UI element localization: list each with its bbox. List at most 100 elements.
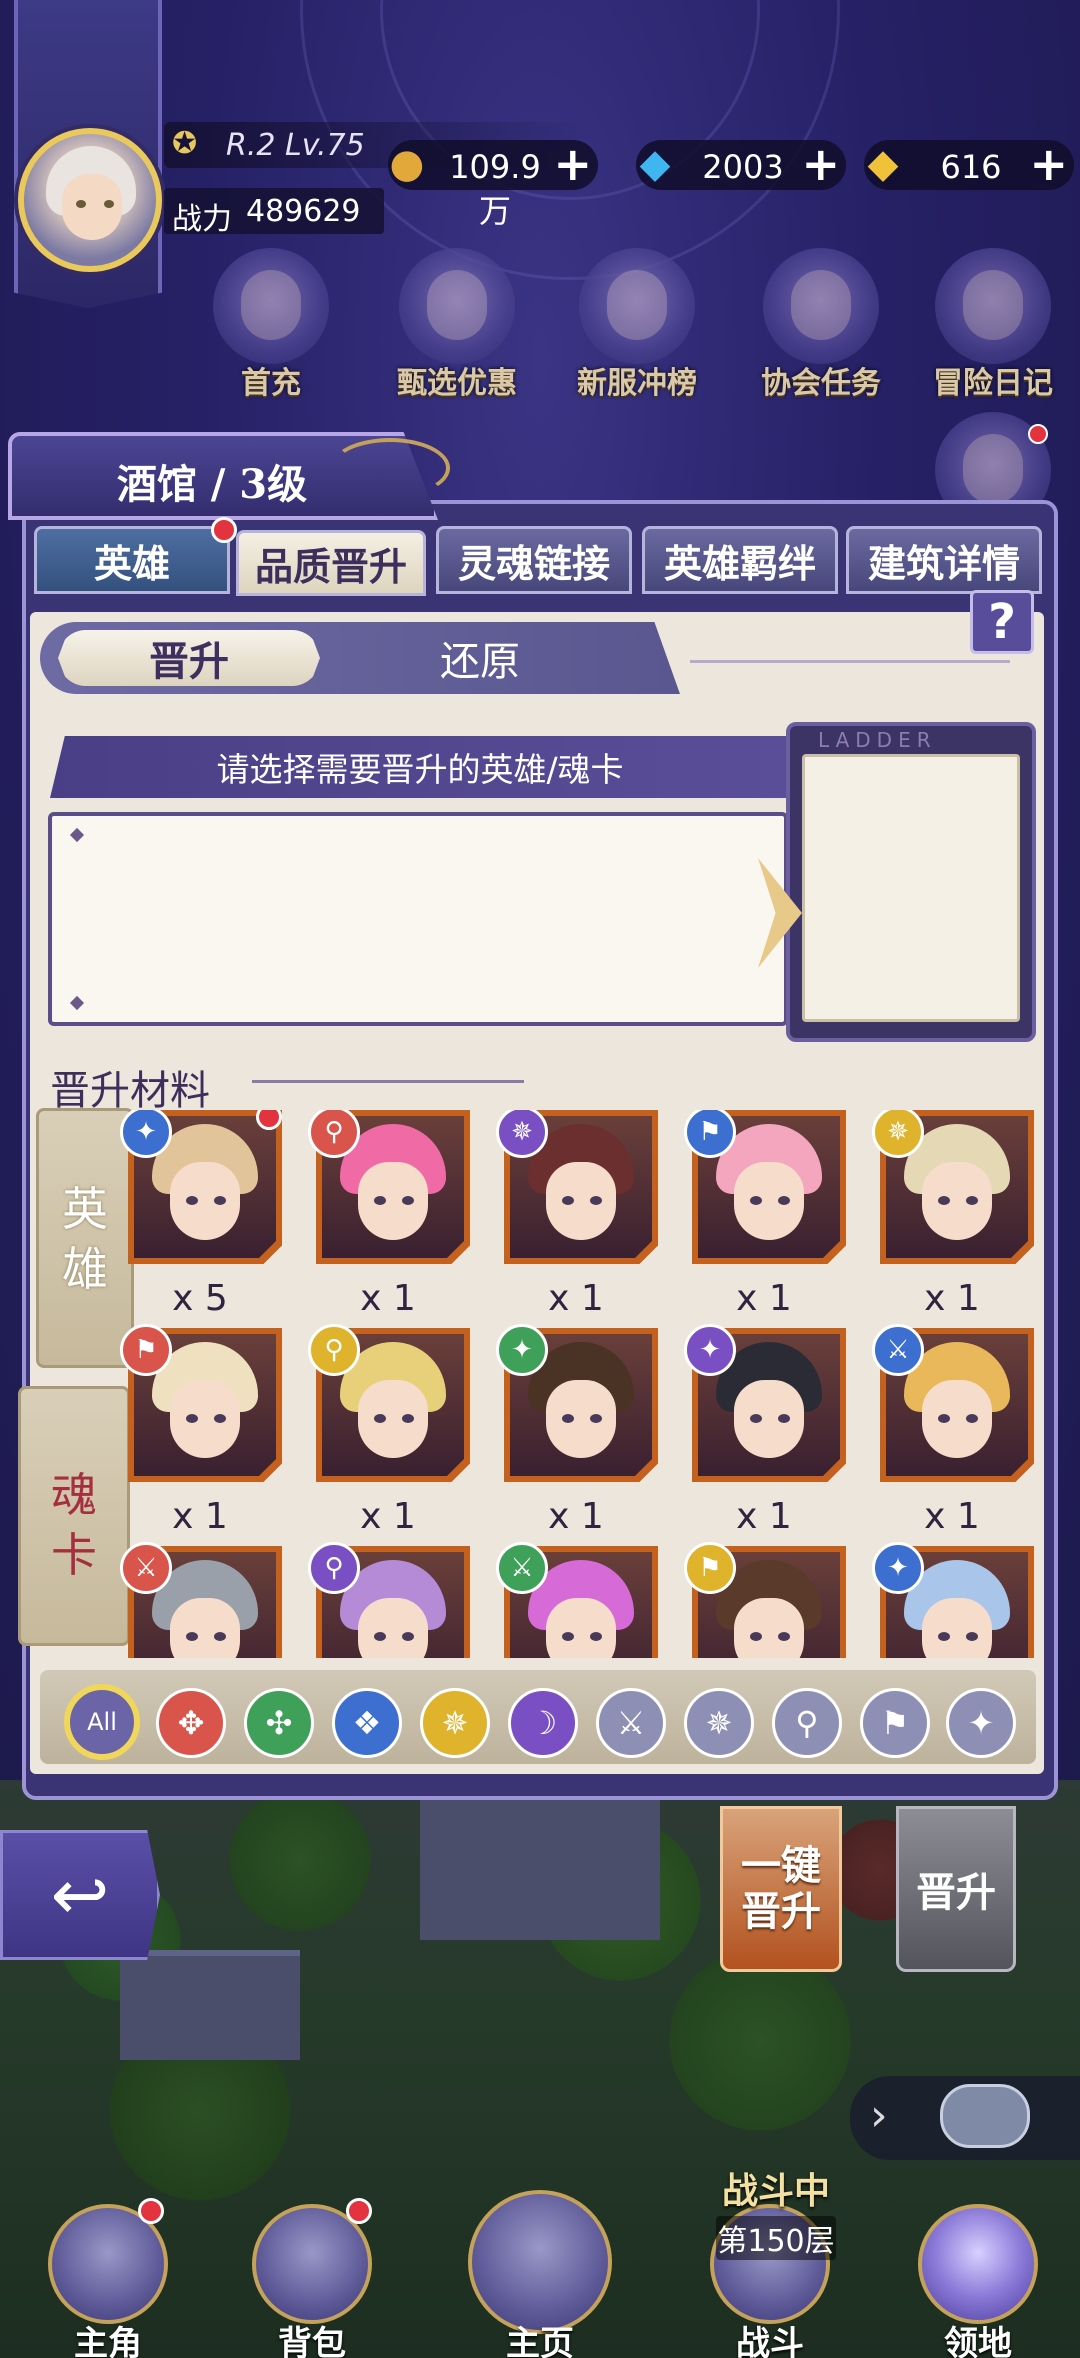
promote-button[interactable]: 晋升 — [896, 1806, 1016, 1972]
notification-dot — [211, 517, 237, 543]
class-filter-icon: ⚑ — [880, 1704, 910, 1742]
tab-label: 品质晋升 — [254, 543, 407, 589]
chat-button[interactable]: › — [850, 2076, 1080, 2160]
nav-label: 战斗 — [736, 2324, 804, 2358]
material-card[interactable]: ✦ x 5 — [120, 1110, 282, 1328]
filter-class-button[interactable]: ⚔ — [596, 1688, 666, 1758]
subtab-label: 晋升 — [149, 639, 229, 685]
subtab-promote[interactable]: 晋升 — [58, 630, 320, 686]
first-recharge-icon — [213, 248, 329, 364]
background-building — [420, 1790, 660, 1940]
filter-class-button[interactable]: ✥ — [156, 1688, 226, 1758]
hero-class-icon: ⚔ — [120, 1542, 172, 1594]
tab-hero-bond[interactable]: 英雄羁绊 — [642, 526, 838, 594]
material-quantity: x 1 — [736, 1496, 792, 1537]
class-filter-icon: ⚲ — [795, 1704, 819, 1742]
one-key-promote-button[interactable]: 一键 晋升 — [720, 1806, 842, 1972]
chevron-right-icon: › — [870, 2090, 888, 2141]
material-quantity: x 1 — [548, 1278, 604, 1319]
filter-class-button[interactable]: ⚑ — [860, 1688, 930, 1758]
player-avatar[interactable] — [18, 128, 162, 272]
button-label: 晋升 — [916, 1869, 996, 1916]
back-button[interactable]: ↩ — [0, 1830, 160, 1960]
battle-status: 战斗中 第150层 — [716, 2162, 836, 2260]
material-card[interactable]: ✵ x 1 — [872, 1110, 1034, 1328]
material-card[interactable]: ✦ x 1 — [496, 1324, 658, 1546]
gold-crystal-icon: ◆ — [867, 141, 899, 187]
nav-label: 领地 — [944, 2324, 1012, 2358]
material-card[interactable]: ⚑ x 1 — [684, 1110, 846, 1328]
power-value: 489629 — [246, 194, 361, 229]
result-slot[interactable]: LADDER — [786, 722, 1036, 1042]
filter-class-button[interactable]: ✵ — [684, 1688, 754, 1758]
material-card[interactable]: ✵ x 1 — [496, 1110, 658, 1328]
tab-label: 建筑详情 — [867, 540, 1020, 586]
material-card[interactable]: ⚲ x 1 — [308, 1110, 470, 1328]
title-swirl-ornament — [330, 438, 450, 498]
class-filter-icon: ⚔ — [616, 1704, 646, 1742]
power-bar: 战力 489629 — [164, 188, 384, 237]
add-crystal-button[interactable]: + — [1029, 141, 1068, 187]
event-label: 首充 — [241, 366, 301, 401]
event-new-server-ranking[interactable]: 新服冲榜 — [562, 248, 712, 408]
material-card[interactable]: ⚑ — [684, 1542, 846, 1658]
add-diamond-button[interactable]: + — [801, 141, 840, 187]
side-tab-soul-card[interactable]: 魂 卡 — [18, 1386, 130, 1646]
class-filter-icon: ✣ — [265, 1704, 293, 1742]
event-label: 甄选优惠 — [397, 366, 517, 401]
material-card[interactable]: ⚲ x 1 — [308, 1324, 470, 1546]
material-card[interactable]: ⚲ — [308, 1542, 470, 1658]
material-card[interactable]: ⚔ — [120, 1542, 282, 1658]
currency-gold: ● 109.9万 + — [388, 140, 598, 230]
hero-class-icon: ✦ — [872, 1542, 924, 1594]
filter-class-button[interactable]: ✦ — [946, 1688, 1016, 1758]
filter-all-button[interactable]: All — [64, 1684, 140, 1760]
filter-class-button[interactable]: ⚲ — [772, 1688, 842, 1758]
button-label: 一键 — [741, 1842, 821, 1889]
hero-class-icon: ⚔ — [872, 1324, 924, 1376]
nav-hero[interactable]: 主角 — [28, 2190, 188, 2358]
hero-class-icon: ⚲ — [308, 1324, 360, 1376]
source-slot[interactable] — [48, 812, 788, 1026]
event-selected-offers[interactable]: 甄选优惠 — [382, 248, 532, 408]
battle-status-text: 战斗中 — [721, 2170, 830, 2212]
material-quantity: x 5 — [172, 1278, 228, 1319]
new-server-ranking-icon — [579, 248, 695, 364]
tab-hero[interactable]: 英雄 — [34, 517, 237, 594]
class-filter-icon: ✵ — [705, 1704, 733, 1742]
event-guild-tasks[interactable]: 协会任务 — [746, 248, 896, 408]
rank-star-icon: ✪ — [172, 126, 198, 161]
gold-coin-icon: ● — [389, 141, 425, 187]
hero-class-icon: ⚲ — [308, 1542, 360, 1594]
hero-class-icon: ⚑ — [684, 1542, 736, 1594]
power-label: 战力 — [172, 202, 232, 237]
subtab-label: 还原 — [440, 639, 520, 685]
tab-building-details[interactable]: 建筑详情 — [846, 526, 1042, 594]
tab-quality-promotion[interactable]: 品质晋升 — [236, 530, 426, 596]
filter-class-button[interactable]: ✣ — [244, 1688, 314, 1758]
help-button[interactable]: ? — [970, 590, 1034, 654]
notification-dot — [346, 2198, 372, 2224]
material-card[interactable]: ✦ — [872, 1542, 1034, 1658]
event-label: 新服冲榜 — [577, 366, 697, 401]
material-card[interactable]: ⚔ — [496, 1542, 658, 1658]
event-adventure-diary[interactable]: 冒险日记 — [918, 248, 1068, 408]
currency-diamond: ◆ 2003 + — [636, 140, 846, 190]
nav-territory[interactable]: 领地 — [898, 2190, 1058, 2358]
divider — [690, 660, 1010, 663]
filter-class-button[interactable]: ☽ — [508, 1688, 578, 1758]
tab-soul-link[interactable]: 灵魂链接 — [436, 526, 632, 594]
material-card[interactable]: ⚑ x 1 — [120, 1324, 282, 1546]
material-card[interactable]: ⚔ x 1 — [872, 1324, 1034, 1546]
divider — [252, 1080, 524, 1083]
nav-label: 背包 — [278, 2324, 346, 2358]
material-card[interactable]: ✦ x 1 — [684, 1324, 846, 1546]
hero-class-icon: ⚔ — [496, 1542, 548, 1594]
event-first-recharge[interactable]: 首充 — [196, 248, 346, 408]
add-gold-button[interactable]: + — [553, 141, 592, 187]
subtab-restore[interactable]: 还原 — [380, 630, 580, 686]
side-tab-label: 英 — [62, 1182, 108, 1236]
nav-home[interactable]: 主页 — [458, 2190, 622, 2358]
filter-class-button[interactable]: ✵ — [420, 1688, 490, 1758]
filter-class-button[interactable]: ❖ — [332, 1688, 402, 1758]
